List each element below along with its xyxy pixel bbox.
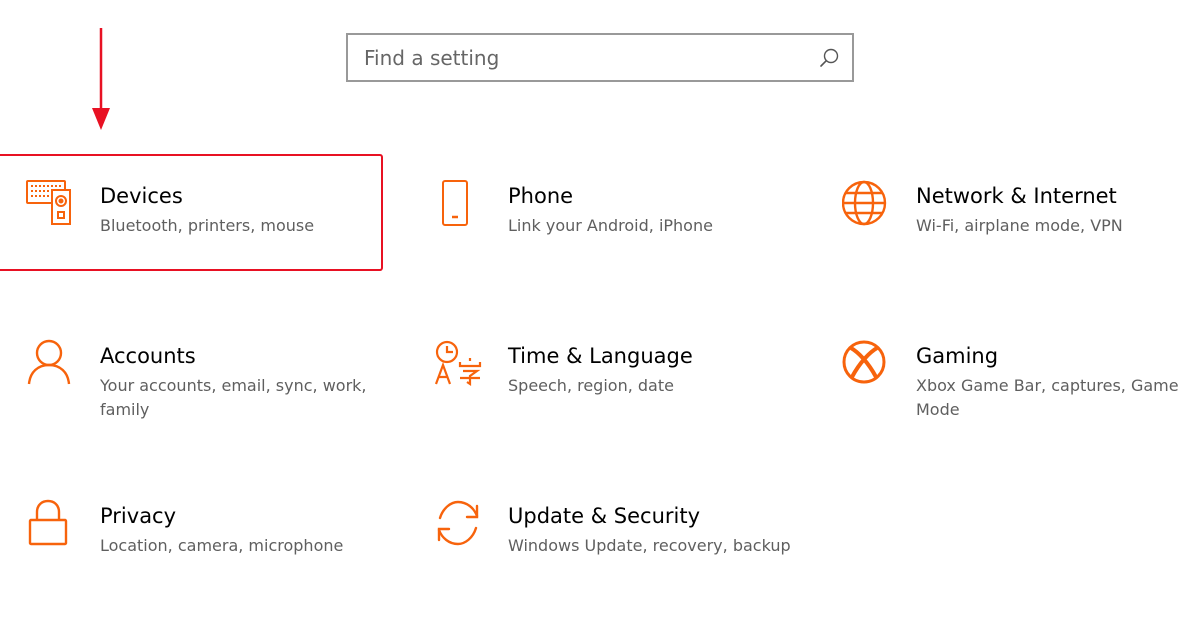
search-icon[interactable] [818, 47, 840, 69]
tile-network-internet[interactable]: Network & Internet Wi-Fi, airplane mode,… [842, 178, 1200, 288]
tile-gaming[interactable]: Gaming Xbox Game Bar, captures, Game Mod… [842, 338, 1200, 448]
lock-icon [26, 498, 76, 548]
tile-description: Xbox Game Bar, captures, Game Mode [916, 376, 1179, 419]
tile-title: Time & Language [508, 344, 693, 368]
phone-icon [434, 178, 484, 228]
tile-description: Wi-Fi, airplane mode, VPN [916, 216, 1123, 235]
tile-description: Speech, region, date [508, 376, 674, 395]
devices-icon [26, 178, 76, 228]
tile-title: Network & Internet [916, 184, 1117, 208]
tile-title: Accounts [100, 344, 196, 368]
tile-title: Devices [100, 184, 183, 208]
tile-privacy[interactable]: Privacy Location, camera, microphone [26, 498, 396, 608]
tile-accounts[interactable]: Accounts Your accounts, email, sync, wor… [26, 338, 396, 448]
tile-title: Privacy [100, 504, 177, 528]
xbox-icon [842, 338, 892, 388]
tile-devices[interactable]: Devices Bluetooth, printers, mouse [26, 178, 396, 288]
tile-description: Link your Android, iPhone [508, 216, 713, 235]
search-input[interactable] [348, 35, 814, 80]
tile-update-security[interactable]: Update & Security Windows Update, recove… [434, 498, 804, 608]
tile-description: Bluetooth, printers, mouse [100, 216, 315, 235]
tile-title: Gaming [916, 344, 999, 368]
tile-description: Location, camera, microphone [100, 536, 344, 555]
tile-description: Your accounts, email, sync, work, family [100, 376, 367, 419]
tile-phone[interactable]: Phone Link your Android, iPhone [434, 178, 804, 288]
tile-time-language[interactable]: Time & Language Speech, region, date [434, 338, 804, 448]
time-language-icon [434, 338, 484, 388]
tile-title: Phone [508, 184, 574, 208]
person-icon [26, 338, 76, 388]
settings-home: Devices Bluetooth, printers, mouse Phone… [0, 0, 1200, 630]
tile-title: Update & Security [508, 504, 701, 528]
search-box[interactable] [346, 33, 854, 82]
annotation-arrow [90, 28, 112, 132]
sync-icon [434, 498, 484, 548]
tile-description: Windows Update, recovery, backup [508, 536, 791, 555]
globe-icon [842, 178, 892, 228]
